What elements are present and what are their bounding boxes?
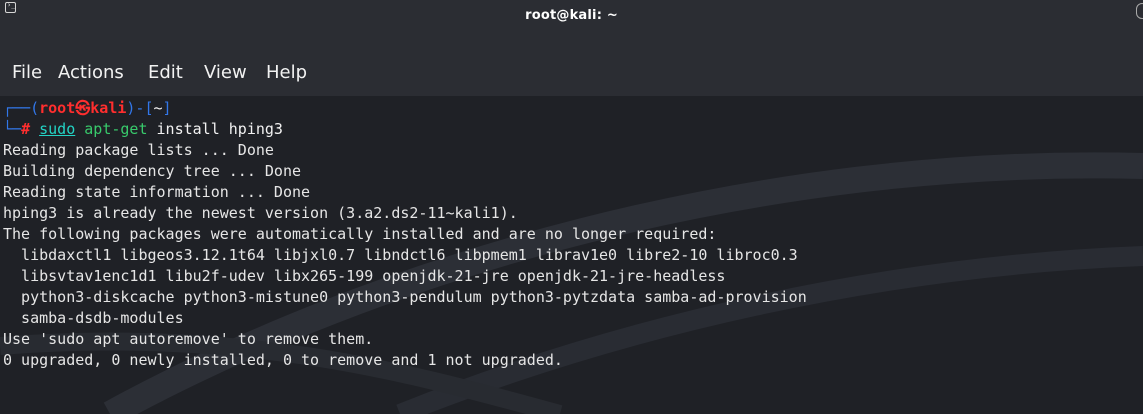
window-titlebar[interactable]: ›_ root@kali: ~ [0, 0, 1143, 58]
prompt-user: root [39, 99, 76, 117]
output-line: libsvtav1enc1d1 libu2f-udev libx265-199 … [3, 267, 726, 285]
prompt-line1-left: ┌──( [3, 99, 40, 117]
prompt-line-2: └─# sudo apt-get install hping3 [3, 119, 283, 140]
terminal-window: ›_ root@kali: ~ File Actions Edit View H… [0, 0, 1143, 414]
prompt-bracket-end: ] [162, 99, 172, 117]
prompt-host: kali [90, 99, 127, 117]
command-arguments: install hping3 [156, 120, 283, 138]
menu-file[interactable]: File [12, 62, 42, 83]
window-title: root@kali: ~ [525, 8, 618, 23]
output-line: samba-dsdb-modules [3, 309, 184, 327]
prompt-line-1: ┌──(root㉿kali)-[~] [3, 98, 172, 119]
prompt-path: ~ [153, 99, 163, 117]
menu-actions[interactable]: Actions [58, 62, 124, 83]
output-line: Reading package lists ... Done [3, 141, 274, 159]
prompt-hash: # [21, 120, 31, 138]
prompt-bracket-close: )-[ [126, 99, 154, 117]
output-line: python3-diskcache python3-mistune0 pytho… [3, 288, 807, 306]
output-line: 0 upgraded, 0 newly installed, 0 to remo… [3, 351, 563, 369]
command-sudo: sudo [39, 120, 76, 138]
output-line: Reading state information ... Done [3, 183, 311, 201]
prompt-line2-left: └─ [3, 120, 22, 138]
terminal-output-area[interactable]: ┌──(root㉿kali)-[~] └─# sudo apt-get inst… [0, 96, 1143, 414]
menu-edit[interactable]: Edit [148, 62, 183, 83]
output-line: The following packages were automaticall… [3, 225, 717, 243]
menu-help[interactable]: Help [266, 62, 307, 83]
output-line: hping3 is already the newest version (3.… [3, 204, 518, 222]
prompt-separator: ㉿ [75, 99, 91, 117]
command-binary: apt-get [84, 120, 148, 138]
output-line: libdaxctl1 libgeos3.12.1t64 libjxl0.7 li… [3, 246, 798, 264]
output-line: Building dependency tree ... Done [3, 162, 302, 180]
output-line: Use 'sudo apt autoremove' to remove them… [3, 330, 374, 348]
menu-view[interactable]: View [204, 62, 247, 83]
window-control-icon[interactable] [1136, 3, 1143, 19]
